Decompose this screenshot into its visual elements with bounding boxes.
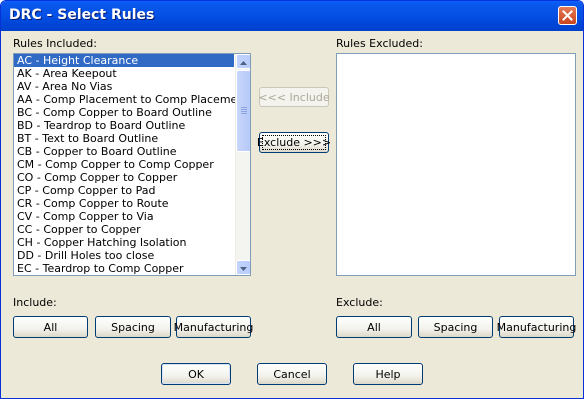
arrow-down-icon [240,261,247,274]
rule-list-item[interactable]: BT - Text to Board Outline [14,132,234,145]
include-button[interactable]: <<< Include [258,87,330,107]
rules-excluded-label: Rules Excluded: [336,37,423,50]
exclude-spacing-button[interactable]: Spacing [418,316,493,338]
rule-list-item[interactable]: AA - Comp Placement to Comp Placement [14,93,249,106]
rules-included-items: AC - Height Clearance AK - Area Keepout AV… [14,54,250,275]
window-title: DRC - Select Rules [9,7,155,23]
rules-excluded-listbox[interactable] [336,53,576,276]
ok-button[interactable]: OK [161,363,231,385]
rule-list-item[interactable]: AK - Area Keepout [14,67,234,80]
exclude-button[interactable]: Exclude >>> [257,132,331,153]
arrow-up-icon [240,55,247,68]
scroll-thumb[interactable] [236,70,250,152]
rule-list-item[interactable]: CB - Copper to Board Outline [14,145,234,158]
rule-list-item[interactable]: AC - Height Clearance [14,54,234,67]
scroll-up-button[interactable] [236,54,250,69]
exclude-manufacturing-button[interactable]: Manufacturing [497,316,576,338]
rule-list-item[interactable]: DD - Drill Holes too close [14,249,234,262]
rule-list-item[interactable]: EC - Teardrop to Comp Copper [14,262,234,275]
rule-list-item[interactable]: CV - Comp Copper to Via [14,210,234,223]
included-scrollbar[interactable] [235,54,250,275]
rule-list-item[interactable]: AV - Area No Vias [14,80,234,93]
rule-list-item[interactable]: BD - Teardrop to Board Outline [14,119,234,132]
rule-list-item[interactable]: CO - Comp Copper to Copper [14,171,234,184]
help-button[interactable]: Help [353,363,423,385]
close-icon [562,10,573,21]
rules-included-listbox[interactable]: AC - Height Clearance AK - Area Keepout AV… [13,53,251,276]
rule-list-item[interactable]: CH - Copper Hatching Isolation [14,236,234,249]
rule-list-item[interactable]: CC - Copper to Copper [14,223,234,236]
rule-list-item[interactable]: CR - Comp Copper to Route [14,197,234,210]
rules-included-label: Rules Included: [13,37,97,50]
rule-list-item[interactable]: BC - Comp Copper to Board Outline [14,106,234,119]
drc-select-rules-dialog: DRC - Select Rules Rules Included: AC - … [0,0,584,399]
scroll-down-button[interactable] [236,260,250,275]
include-all-button[interactable]: All [13,316,88,338]
include-spacing-button[interactable]: Spacing [95,316,171,338]
exclude-all-button[interactable]: All [336,316,412,338]
rule-list-item[interactable]: CM - Comp Copper to Comp Copper [14,158,234,171]
include-manufacturing-button[interactable]: Manufacturing [174,316,253,338]
cancel-button[interactable]: Cancel [257,363,327,385]
include-group-label: Include: [13,296,57,309]
title-bar[interactable]: DRC - Select Rules [1,1,583,31]
close-button[interactable] [558,6,577,25]
exclude-group-label: Exclude: [336,296,383,309]
rule-list-item[interactable]: CP - Comp Copper to Pad [14,184,234,197]
